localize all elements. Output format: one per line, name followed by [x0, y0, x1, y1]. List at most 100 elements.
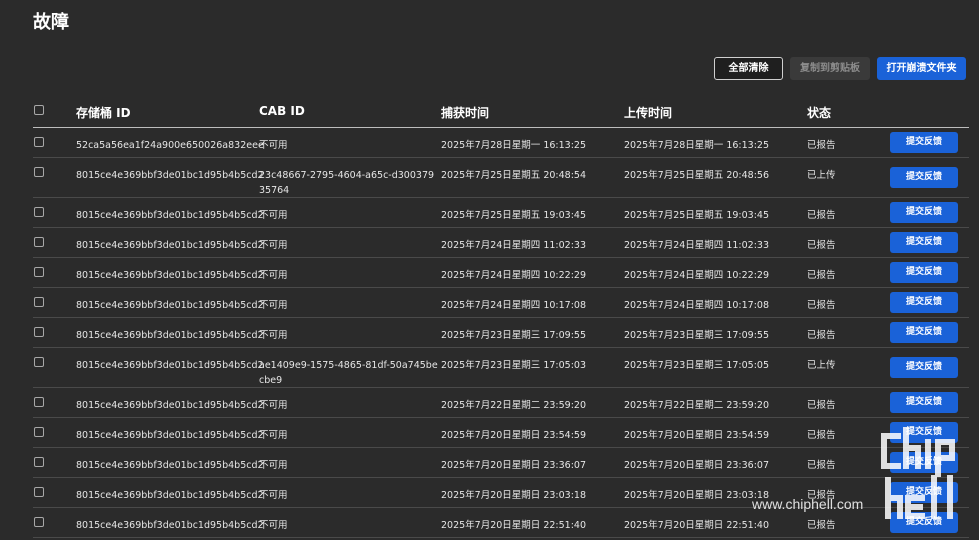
row-checkbox[interactable]	[34, 207, 44, 217]
table-row: 52ca5a56ea1f24a900e650026a832eee 不可用 2025年…	[33, 128, 969, 158]
upload-time-cell: 2025年7月20日星期日 22:51:40	[624, 520, 769, 531]
cab-id-cell: 不可用	[259, 240, 288, 251]
submit-feedback-button[interactable]: 提交反馈	[890, 167, 958, 188]
status-cell: 已报告	[807, 430, 836, 441]
row-checkbox[interactable]	[34, 167, 44, 177]
table-header: 存储桶 ID CAB ID 捕获时间 上传时间 状态	[33, 97, 969, 128]
bucket-id-cell: 8015ce4e369bbf3de01bc1d95b4b5cd2	[76, 520, 264, 531]
table-row: 8015ce4e369bbf3de01bc1d95b4b5cd2 不可用 2025年…	[33, 508, 969, 538]
upload-time-cell: 2025年7月22日星期二 23:59:20	[624, 400, 769, 411]
row-checkbox[interactable]	[34, 267, 44, 277]
table-row: 8015ce4e369bbf3de01bc1d95b4b5cd2 23c48667…	[33, 158, 969, 198]
bucket-id-cell: 8015ce4e369bbf3de01bc1d95b4b5cd2	[76, 430, 264, 441]
capture-time-cell: 2025年7月20日星期日 22:51:40	[441, 520, 586, 531]
capture-time-cell: 2025年7月20日星期日 23:36:07	[441, 460, 586, 471]
bucket-id-cell: 8015ce4e369bbf3de01bc1d95b4b5cd2	[76, 490, 264, 501]
upload-time-cell: 2025年7月20日星期日 23:54:59	[624, 430, 769, 441]
capture-time-cell: 2025年7月25日星期五 19:03:45	[441, 210, 586, 221]
header-capture-time: 捕获时间	[441, 106, 490, 120]
cab-id-cell: ae1409e9-1575-4865-81df-50a745becbe9	[259, 360, 438, 386]
capture-time-cell: 2025年7月20日星期日 23:03:18	[441, 490, 586, 501]
row-checkbox[interactable]	[34, 137, 44, 147]
bucket-id-cell: 52ca5a56ea1f24a900e650026a832eee	[76, 140, 264, 151]
table-row: 8015ce4e369bbf3de01bc1d95b4b5cd2 不可用 2025年…	[33, 288, 969, 318]
header-cab-id: CAB ID	[259, 104, 305, 118]
cab-id-cell: 不可用	[259, 430, 288, 441]
select-all-checkbox[interactable]	[34, 105, 44, 115]
status-cell: 已报告	[807, 240, 836, 251]
cab-id-cell: 不可用	[259, 210, 288, 221]
capture-time-cell: 2025年7月22日星期二 23:59:20	[441, 400, 586, 411]
bucket-id-cell: 8015ce4e369bbf3de01bc1d95b4b5cd2	[76, 300, 264, 311]
cab-id-cell: 不可用	[259, 460, 288, 471]
status-cell: 已报告	[807, 140, 836, 151]
bucket-id-cell: 8015ce4e369bbf3de01bc1d95b4b5cd2	[76, 170, 264, 181]
row-checkbox[interactable]	[34, 457, 44, 467]
submit-feedback-button[interactable]: 提交反馈	[890, 392, 958, 413]
table-row: 8015ce4e369bbf3de01bc1d95b4b5cd2 不可用 2025年…	[33, 448, 969, 478]
upload-time-cell: 2025年7月25日星期五 19:03:45	[624, 210, 769, 221]
submit-feedback-button[interactable]: 提交反馈	[890, 322, 958, 343]
upload-time-cell: 2025年7月20日星期日 23:36:07	[624, 460, 769, 471]
bucket-id-cell: 8015ce4e369bbf3de01bc1d95b4b5cd2	[76, 330, 264, 341]
capture-time-cell: 2025年7月25日星期五 20:48:54	[441, 170, 586, 181]
submit-feedback-button[interactable]: 提交反馈	[890, 202, 958, 223]
bucket-id-cell: 8015ce4e369bbf3de01bc1d95b4b5cd2	[76, 270, 264, 281]
table-row: 8015ce4e369bbf3de01bc1d95b4b5cd2 ae1409e9…	[33, 348, 969, 388]
capture-time-cell: 2025年7月28日星期一 16:13:25	[441, 140, 586, 151]
submit-feedback-button[interactable]: 提交反馈	[890, 292, 958, 313]
table-row: 8015ce4e369bbf3de01bc1d95b4b5cd2 不可用 2025年…	[33, 318, 969, 348]
status-cell: 已报告	[807, 210, 836, 221]
clear-all-button[interactable]: 全部清除	[714, 57, 783, 80]
capture-time-cell: 2025年7月24日星期四 10:22:29	[441, 270, 586, 281]
status-cell: 已上传	[807, 360, 836, 371]
row-checkbox[interactable]	[34, 517, 44, 527]
row-checkbox[interactable]	[34, 487, 44, 497]
cab-id-cell: 23c48667-2795-4604-a65c-d30037935764	[259, 170, 435, 196]
row-checkbox[interactable]	[34, 357, 44, 367]
upload-time-cell: 2025年7月24日星期四 10:17:08	[624, 300, 769, 311]
row-checkbox[interactable]	[34, 297, 44, 307]
capture-time-cell: 2025年7月24日星期四 11:02:33	[441, 240, 586, 251]
upload-time-cell: 2025年7月23日星期三 17:09:55	[624, 330, 769, 341]
upload-time-cell: 2025年7月20日星期日 23:03:18	[624, 490, 769, 501]
header-status: 状态	[807, 106, 832, 120]
bucket-id-cell: 8015ce4e369bbf3de01bc1d95b4b5cd2	[76, 400, 264, 411]
row-checkbox[interactable]	[34, 237, 44, 247]
status-cell: 已报告	[807, 400, 836, 411]
cab-id-cell: 不可用	[259, 270, 288, 281]
table-row: 8015ce4e369bbf3de01bc1d95b4b5cd2 不可用 2025年…	[33, 258, 969, 288]
page-title: 故障	[33, 12, 69, 33]
status-cell: 已报告	[807, 460, 836, 471]
header-upload-time: 上传时间	[624, 106, 673, 120]
open-crash-folder-button[interactable]: 打开崩溃文件夹	[877, 57, 966, 80]
upload-time-cell: 2025年7月25日星期五 20:48:56	[624, 170, 769, 181]
table-row: 8015ce4e369bbf3de01bc1d95b4b5cd2 不可用 2025年…	[33, 198, 969, 228]
upload-time-cell: 2025年7月24日星期四 11:02:33	[624, 240, 769, 251]
row-checkbox[interactable]	[34, 427, 44, 437]
cab-id-cell: 不可用	[259, 300, 288, 311]
table-row: 8015ce4e369bbf3de01bc1d95b4b5cd2 不可用 2025年…	[33, 418, 969, 448]
row-checkbox[interactable]	[34, 397, 44, 407]
upload-time-cell: 2025年7月24日星期四 10:22:29	[624, 270, 769, 281]
cab-id-cell: 不可用	[259, 330, 288, 341]
bucket-id-cell: 8015ce4e369bbf3de01bc1d95b4b5cd2	[76, 210, 264, 221]
submit-feedback-button[interactable]: 提交反馈	[890, 132, 958, 153]
status-cell: 已上传	[807, 170, 836, 181]
table-body: 52ca5a56ea1f24a900e650026a832eee 不可用 2025年…	[33, 128, 969, 538]
header-bucket-id: 存储桶 ID	[76, 106, 131, 120]
bucket-id-cell: 8015ce4e369bbf3de01bc1d95b4b5cd2	[76, 360, 264, 371]
bucket-id-cell: 8015ce4e369bbf3de01bc1d95b4b5cd2	[76, 240, 264, 251]
capture-time-cell: 2025年7月23日星期三 17:09:55	[441, 330, 586, 341]
submit-feedback-button[interactable]: 提交反馈	[890, 357, 958, 378]
cab-id-cell: 不可用	[259, 140, 288, 151]
upload-time-cell: 2025年7月28日星期一 16:13:25	[624, 140, 769, 151]
capture-time-cell: 2025年7月24日星期四 10:17:08	[441, 300, 586, 311]
table-row: 8015ce4e369bbf3de01bc1d95b4b5cd2 不可用 2025年…	[33, 388, 969, 418]
watermark-text: www.chiphell.com	[752, 496, 864, 512]
submit-feedback-button[interactable]: 提交反馈	[890, 262, 958, 283]
cab-id-cell: 不可用	[259, 400, 288, 411]
copy-to-clipboard-button[interactable]: 复制到剪贴板	[790, 57, 870, 80]
submit-feedback-button[interactable]: 提交反馈	[890, 232, 958, 253]
row-checkbox[interactable]	[34, 327, 44, 337]
